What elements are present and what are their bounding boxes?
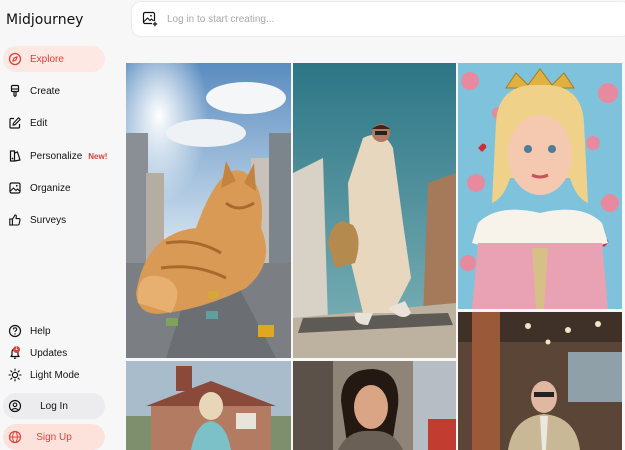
globe-icon	[8, 430, 22, 444]
sidebar-item-label: Edit	[30, 117, 48, 129]
sidebar-item-label: Updates	[30, 347, 68, 359]
sidebar-item-organize[interactable]: Organize	[3, 175, 105, 201]
gallery-image-house-portrait[interactable]	[126, 361, 291, 450]
gallery-image-woman-portrait[interactable]	[293, 361, 456, 450]
sidebar-item-label: Personalize	[30, 150, 83, 162]
cafe-man-image	[458, 312, 622, 450]
sidebar-item-light-mode[interactable]: Light Mode	[3, 362, 105, 388]
giant-cat-image	[126, 63, 291, 358]
sidebar-item-label: Organize	[30, 182, 71, 194]
brush-icon	[8, 84, 22, 98]
brand-logo[interactable]: Midjourney	[6, 12, 83, 28]
prompt-input[interactable]	[167, 13, 567, 25]
sidebar-item-edit[interactable]: Edit	[3, 110, 105, 136]
thumbs-up-icon	[8, 213, 22, 227]
house-portrait-image	[126, 361, 291, 450]
help-icon	[8, 324, 22, 338]
sign-up-button[interactable]: Sign Up	[3, 424, 105, 450]
sidebar-item-create[interactable]: Create	[3, 78, 105, 104]
sidebar-item-explore[interactable]: Explore	[3, 46, 105, 72]
sidebar-item-label: Surveys	[30, 214, 67, 226]
gallery-image-cafe-man[interactable]	[458, 312, 622, 450]
princess-portrait-image	[458, 63, 622, 309]
gallery-image-princess-portrait[interactable]	[458, 63, 622, 309]
edit-icon	[8, 116, 22, 130]
personalize-icon	[8, 149, 22, 163]
sidebar-item-label: Create	[30, 85, 61, 97]
sidebar-item-label: Help	[30, 325, 51, 337]
notification-count-badge: 1	[13, 346, 20, 353]
new-badge: New!	[88, 151, 108, 161]
image-folder-icon	[8, 181, 22, 195]
fashion-walk-image	[293, 63, 456, 358]
sidebar-item-surveys[interactable]: Surveys	[3, 207, 105, 233]
sidebar-item-label: Explore	[30, 53, 64, 65]
sidebar-item-label: Light Mode	[30, 369, 80, 381]
sun-icon	[8, 368, 22, 382]
gallery-image-giant-cat[interactable]	[126, 63, 291, 358]
add-image-icon[interactable]	[142, 11, 158, 27]
sidebar: Midjourney Explore Create Edit Personali…	[0, 0, 114, 450]
log-in-button[interactable]: Log In	[3, 393, 105, 419]
gallery-image-fashion-walk[interactable]	[293, 63, 456, 358]
sidebar-item-personalize[interactable]: Personalize New!	[3, 143, 108, 169]
compass-icon	[8, 52, 22, 66]
prompt-bar[interactable]	[131, 1, 625, 37]
user-circle-icon	[8, 399, 22, 413]
woman-portrait-image	[293, 361, 456, 450]
